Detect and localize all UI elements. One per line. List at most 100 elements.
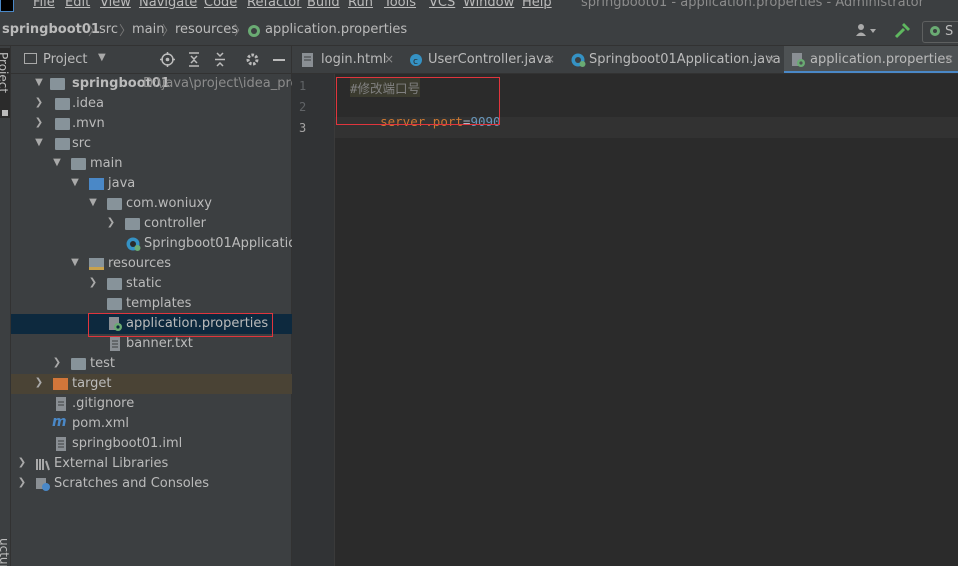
menu-navigate[interactable]: Navigate xyxy=(139,0,197,10)
expanded-arrow-icon[interactable]: ▼ xyxy=(33,137,45,149)
project-tool-icon xyxy=(2,110,8,116)
tree-row-project-root[interactable]: ▼ springboot01 D:\java\project\idea_proj… xyxy=(11,74,310,94)
user-dropdown-icon[interactable] xyxy=(855,23,879,37)
expanded-arrow-icon[interactable]: ▼ xyxy=(51,157,63,169)
tree-row-iml[interactable]: springboot01.iml xyxy=(11,434,292,454)
menu-edit[interactable]: Edit xyxy=(65,0,90,10)
breadcrumb-resources[interactable]: resources xyxy=(175,22,238,37)
tree-row-java[interactable]: ▼ java xyxy=(11,174,292,194)
breadcrumb-project[interactable]: springboot01 xyxy=(2,22,100,37)
tree-row-package[interactable]: ▼ com.woniuxy xyxy=(11,194,292,214)
project-tool-tab[interactable]: Project xyxy=(0,48,10,118)
menu-file[interactable]: File xyxy=(33,0,55,10)
spring-boot-class-icon xyxy=(126,237,141,251)
module-file-icon xyxy=(56,437,66,451)
tree-row-scratches[interactable]: ❯ Scratches and Consoles xyxy=(11,474,292,494)
tree-row-gitignore[interactable]: .gitignore xyxy=(11,394,292,414)
tree-row-label: test xyxy=(90,356,115,371)
editor-tab-bar: login.html × c UserController.java × Spr… xyxy=(292,46,958,74)
code-editor[interactable]: #修改端口号 server.port=9090 xyxy=(335,74,958,566)
tab-user-controller[interactable]: c UserController.java × xyxy=(400,46,560,73)
tree-row-mvn[interactable]: ❯ .mvn xyxy=(11,114,292,134)
breadcrumb-file[interactable]: application.properties xyxy=(265,22,407,37)
breadcrumb-separator-icon: 〉 xyxy=(162,24,176,39)
tree-row-application-class[interactable]: Springboot01Application xyxy=(11,234,304,254)
menu-bar: File Edit View Navigate Code Refactor Bu… xyxy=(0,0,958,14)
scratches-icon xyxy=(36,478,50,491)
menu-window[interactable]: Window xyxy=(463,0,514,10)
collapsed-arrow-icon[interactable]: ❯ xyxy=(16,457,28,469)
tree-row-resources[interactable]: ▼ resources xyxy=(11,254,292,274)
line-number: 2 xyxy=(299,100,307,114)
collapse-all-icon[interactable] xyxy=(213,52,227,67)
menu-view[interactable]: View xyxy=(100,0,131,10)
expanded-arrow-icon[interactable]: ▼ xyxy=(33,77,45,89)
package-icon xyxy=(125,218,140,230)
collapsed-arrow-icon[interactable]: ❯ xyxy=(105,217,117,229)
editor-gutter: 1 2 3 xyxy=(292,74,335,566)
tree-row-label: src xyxy=(72,136,91,151)
collapsed-arrow-icon[interactable]: ❯ xyxy=(33,377,45,389)
locate-target-icon[interactable] xyxy=(160,52,175,67)
tree-row-src[interactable]: ▼ src xyxy=(11,134,292,154)
tab-springboot01-application[interactable]: Springboot01Application.java × xyxy=(562,46,782,73)
project-view-icon xyxy=(24,53,37,64)
menu-code[interactable]: Code xyxy=(204,0,237,10)
svg-text:c: c xyxy=(413,57,418,67)
expanded-arrow-icon[interactable]: ▼ xyxy=(69,257,81,269)
tab-application-properties[interactable]: application.properties × xyxy=(784,46,958,73)
tree-row-label: templates xyxy=(126,296,192,311)
menu-build[interactable]: Build xyxy=(307,0,340,10)
project-view-title[interactable]: Project xyxy=(43,52,87,67)
tree-row-main[interactable]: ▼ main xyxy=(11,154,292,174)
collapsed-arrow-icon[interactable]: ❯ xyxy=(87,277,99,289)
tree-row-controller[interactable]: ❯ controller xyxy=(11,214,292,234)
run-configuration-label: S xyxy=(945,24,954,39)
tree-row-idea[interactable]: ❯ .idea xyxy=(11,94,292,114)
project-view-dropdown-icon[interactable]: ▼ xyxy=(98,52,106,63)
menu-tools[interactable]: Tools xyxy=(384,0,416,10)
line-number-current: 3 xyxy=(299,121,307,135)
settings-gear-icon[interactable] xyxy=(245,52,260,67)
tree-row-label: java xyxy=(108,176,136,191)
tree-row-pom[interactable]: m pom.xml xyxy=(11,414,292,434)
tree-row-label: com.woniuxy xyxy=(126,196,212,211)
java-class-icon: c xyxy=(410,54,422,67)
tab-login-html[interactable]: login.html × xyxy=(292,46,399,73)
tree-row-target[interactable]: ❯ target xyxy=(11,374,292,394)
tab-close-icon[interactable]: × xyxy=(545,52,555,66)
menu-run[interactable]: Run xyxy=(348,0,373,10)
run-configuration-selector[interactable]: S xyxy=(922,21,958,43)
tree-row-banner[interactable]: banner.txt xyxy=(11,334,292,354)
tree-row-test[interactable]: ❯ test xyxy=(11,354,292,374)
navigation-bar: springboot01 〉 src 〉 main 〉 resources 〉 … xyxy=(0,14,958,46)
menu-help[interactable]: Help xyxy=(522,0,552,10)
tab-close-icon[interactable]: × xyxy=(944,52,954,66)
intellij-logo-icon xyxy=(0,0,14,12)
tab-close-icon[interactable]: × xyxy=(766,52,776,66)
collapsed-arrow-icon[interactable]: ❯ xyxy=(33,117,45,129)
tree-row-label: .gitignore xyxy=(72,396,135,411)
tree-row-external-libraries[interactable]: ❯ External Libraries xyxy=(11,454,292,474)
structure-tool-tab[interactable]: ucture xyxy=(0,538,10,566)
folder-icon xyxy=(55,118,70,130)
hide-panel-icon[interactable] xyxy=(273,59,285,61)
menu-refactor[interactable]: Refactor xyxy=(247,0,302,10)
collapsed-arrow-icon[interactable]: ❯ xyxy=(16,477,28,489)
expand-all-icon[interactable] xyxy=(187,52,201,67)
expanded-arrow-icon[interactable]: ▼ xyxy=(87,197,99,209)
highlight-box-tree xyxy=(88,313,273,337)
tree-row-templates[interactable]: templates xyxy=(11,294,292,314)
menu-vcs[interactable]: VCS xyxy=(429,0,455,10)
expanded-arrow-icon[interactable]: ▼ xyxy=(69,177,81,189)
breadcrumb-src[interactable]: src xyxy=(99,22,118,37)
tree-row-static[interactable]: ❯ static xyxy=(11,274,292,294)
build-hammer-icon[interactable] xyxy=(894,23,912,39)
spring-properties-icon xyxy=(792,53,805,67)
tab-close-icon[interactable]: × xyxy=(384,52,394,66)
project-panel: Project ▼ ▼ springboot01 D:\java\project… xyxy=(11,46,310,566)
breadcrumb-main[interactable]: main xyxy=(132,22,164,37)
collapsed-arrow-icon[interactable]: ❯ xyxy=(51,357,63,369)
folder-icon xyxy=(55,138,70,150)
collapsed-arrow-icon[interactable]: ❯ xyxy=(33,97,45,109)
